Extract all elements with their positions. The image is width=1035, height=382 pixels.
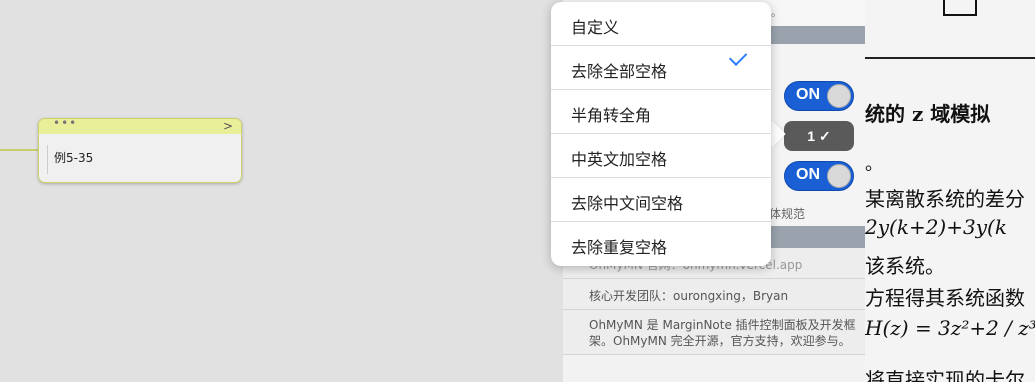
description-text: OhMyMN 是 MarginNote 插件控制面板及开发框架。OhMyMN 完…: [589, 318, 856, 348]
menu-item-label: 去除重复空格: [571, 238, 668, 257]
node-header[interactable]: ••• >: [39, 119, 241, 134]
menu-item-add-space-cn-en[interactable]: 中英文加空格: [551, 134, 771, 178]
figure-box: [943, 0, 977, 16]
menu-item-label: 中英文加空格: [571, 150, 668, 169]
doc-line: 将直接实现的卡尔: [865, 368, 1025, 382]
description-row[interactable]: OhMyMN 是 MarginNote 插件控制面板及开发框架。OhMyMN 完…: [563, 310, 865, 355]
doc-equation: H(z) = 3z²+2 / z³+2z²+: [865, 316, 1035, 340]
team-text: 核心开发团队：ourongxing，Bryan: [589, 289, 789, 303]
menu-item-halfwidth-to-fullwidth[interactable]: 半角转全角: [551, 90, 771, 134]
toggle-switch-1[interactable]: ON: [784, 81, 854, 111]
node-body[interactable]: 例5-35: [47, 145, 233, 174]
doc-line: 方程得其系统函数: [865, 286, 1025, 310]
menu-item-label: 去除中文间空格: [571, 194, 684, 213]
node-title: 例5-35: [54, 151, 94, 165]
menu-item-remove-duplicate-spaces[interactable]: 去除重复空格: [551, 222, 771, 266]
toggle-switch-2[interactable]: ON: [784, 161, 854, 191]
toggle-on-label: ON: [796, 166, 820, 183]
node-connector-line: [0, 149, 40, 151]
doc-line: 。: [865, 154, 883, 175]
count-stepper[interactable]: 1 ✓: [784, 121, 854, 151]
menu-item-remove-all-spaces[interactable]: 去除全部空格: [551, 46, 771, 90]
options-popover-menu: 自定义 去除全部空格 半角转全角 中英文加空格 去除中文间空格 去除重复空格: [551, 2, 771, 266]
horizontal-rule: [865, 57, 1035, 59]
document-page[interactable]: 统的 z 域模拟 。 某离散系统的差分 2y(k+2)+3y(k 该系统。 方程…: [865, 0, 1035, 382]
team-row[interactable]: 核心开发团队：ourongxing，Bryan: [563, 279, 865, 310]
checkmark-icon: [728, 47, 748, 66]
menu-item-label: 半角转全角: [571, 106, 652, 125]
mindmap-node[interactable]: ••• > 例5-35: [38, 118, 242, 183]
menu-item-remove-cn-spaces[interactable]: 去除中文间空格: [551, 178, 771, 222]
row-label: 体规范: [769, 207, 806, 221]
doc-heading: 统的 z 域模拟: [865, 102, 991, 126]
toggle-knob: [827, 84, 851, 108]
menu-item-label: 自定义: [571, 18, 620, 37]
doc-line: 该系统。: [865, 254, 945, 278]
menu-item-label: 去除全部空格: [571, 62, 668, 81]
toggle-on-label: ON: [796, 86, 820, 103]
panel-top-text: 。: [771, 6, 782, 19]
chevron-right-icon[interactable]: >: [223, 119, 233, 134]
menu-item-custom[interactable]: 自定义: [551, 2, 771, 46]
more-icon[interactable]: •••: [53, 119, 77, 130]
doc-equation: 2y(k+2)+3y(k: [865, 215, 1007, 239]
doc-line: 某离散系统的差分: [865, 187, 1025, 211]
toggle-knob: [827, 164, 851, 188]
